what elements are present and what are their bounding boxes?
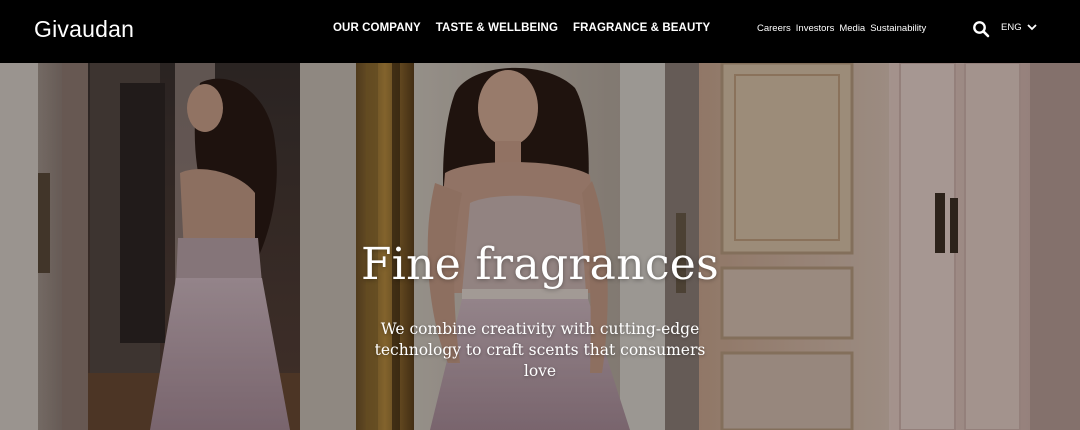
givaudan-logo[interactable]: Givaudan [34, 16, 134, 43]
main-navigation: OUR COMPANY TASTE & WELLBEING FRAGRANCE … [333, 22, 710, 34]
nav-fragrance-beauty[interactable]: FRAGRANCE & BEAUTY [573, 22, 710, 34]
nav-investors[interactable]: Investors [796, 23, 835, 34]
nav-media[interactable]: Media [839, 23, 865, 34]
search-icon [973, 21, 990, 38]
site-header: Givaudan OUR COMPANY TASTE & WELLBEING F… [0, 0, 1080, 63]
hero-banner: Fine fragrances We combine creativity wi… [0, 63, 1080, 430]
hero-subtitle: We combine creativity with cutting-edge … [374, 320, 706, 380]
hero-title: Fine fragrances [360, 239, 720, 290]
search-button[interactable] [972, 20, 990, 38]
nav-our-company[interactable]: OUR COMPANY [333, 22, 421, 34]
nav-taste-wellbeing[interactable]: TASTE & WELLBEING [436, 22, 558, 34]
language-selector[interactable]: ENG [1001, 22, 1037, 33]
chevron-down-icon [1026, 24, 1037, 31]
language-label: ENG [1001, 22, 1022, 33]
nav-careers[interactable]: Careers [757, 23, 791, 34]
utility-navigation: Careers Investors Media Sustainability [757, 23, 926, 34]
nav-sustainability[interactable]: Sustainability [870, 23, 926, 34]
